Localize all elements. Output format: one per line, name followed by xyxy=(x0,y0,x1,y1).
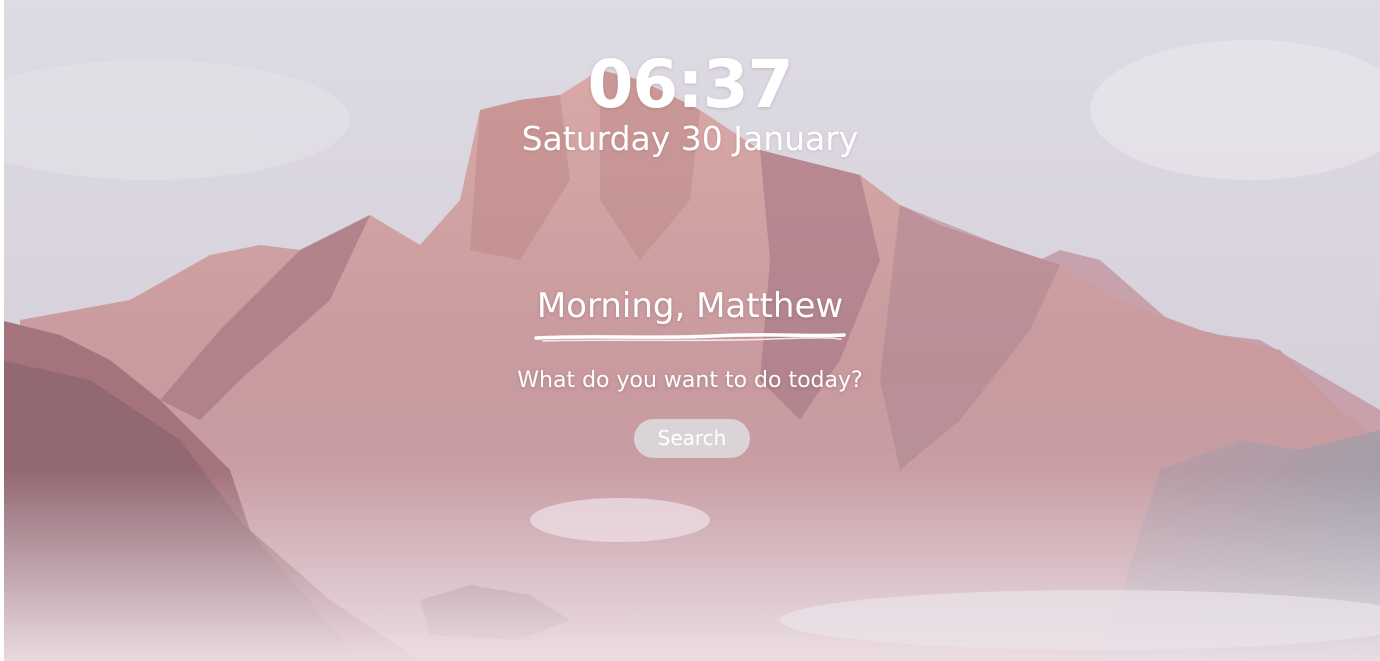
prompt-question: What do you want to do today? xyxy=(517,368,863,393)
clock-time: 06:37 xyxy=(587,46,793,123)
greeting-text: Morning, Matthew xyxy=(536,286,844,326)
date-display: Saturday 30 January xyxy=(521,119,859,158)
new-tab-page: 06:37 Saturday 30 January Morning, Matth… xyxy=(0,0,1380,661)
brush-underline xyxy=(534,333,846,342)
search-button[interactable]: Search xyxy=(634,419,750,458)
